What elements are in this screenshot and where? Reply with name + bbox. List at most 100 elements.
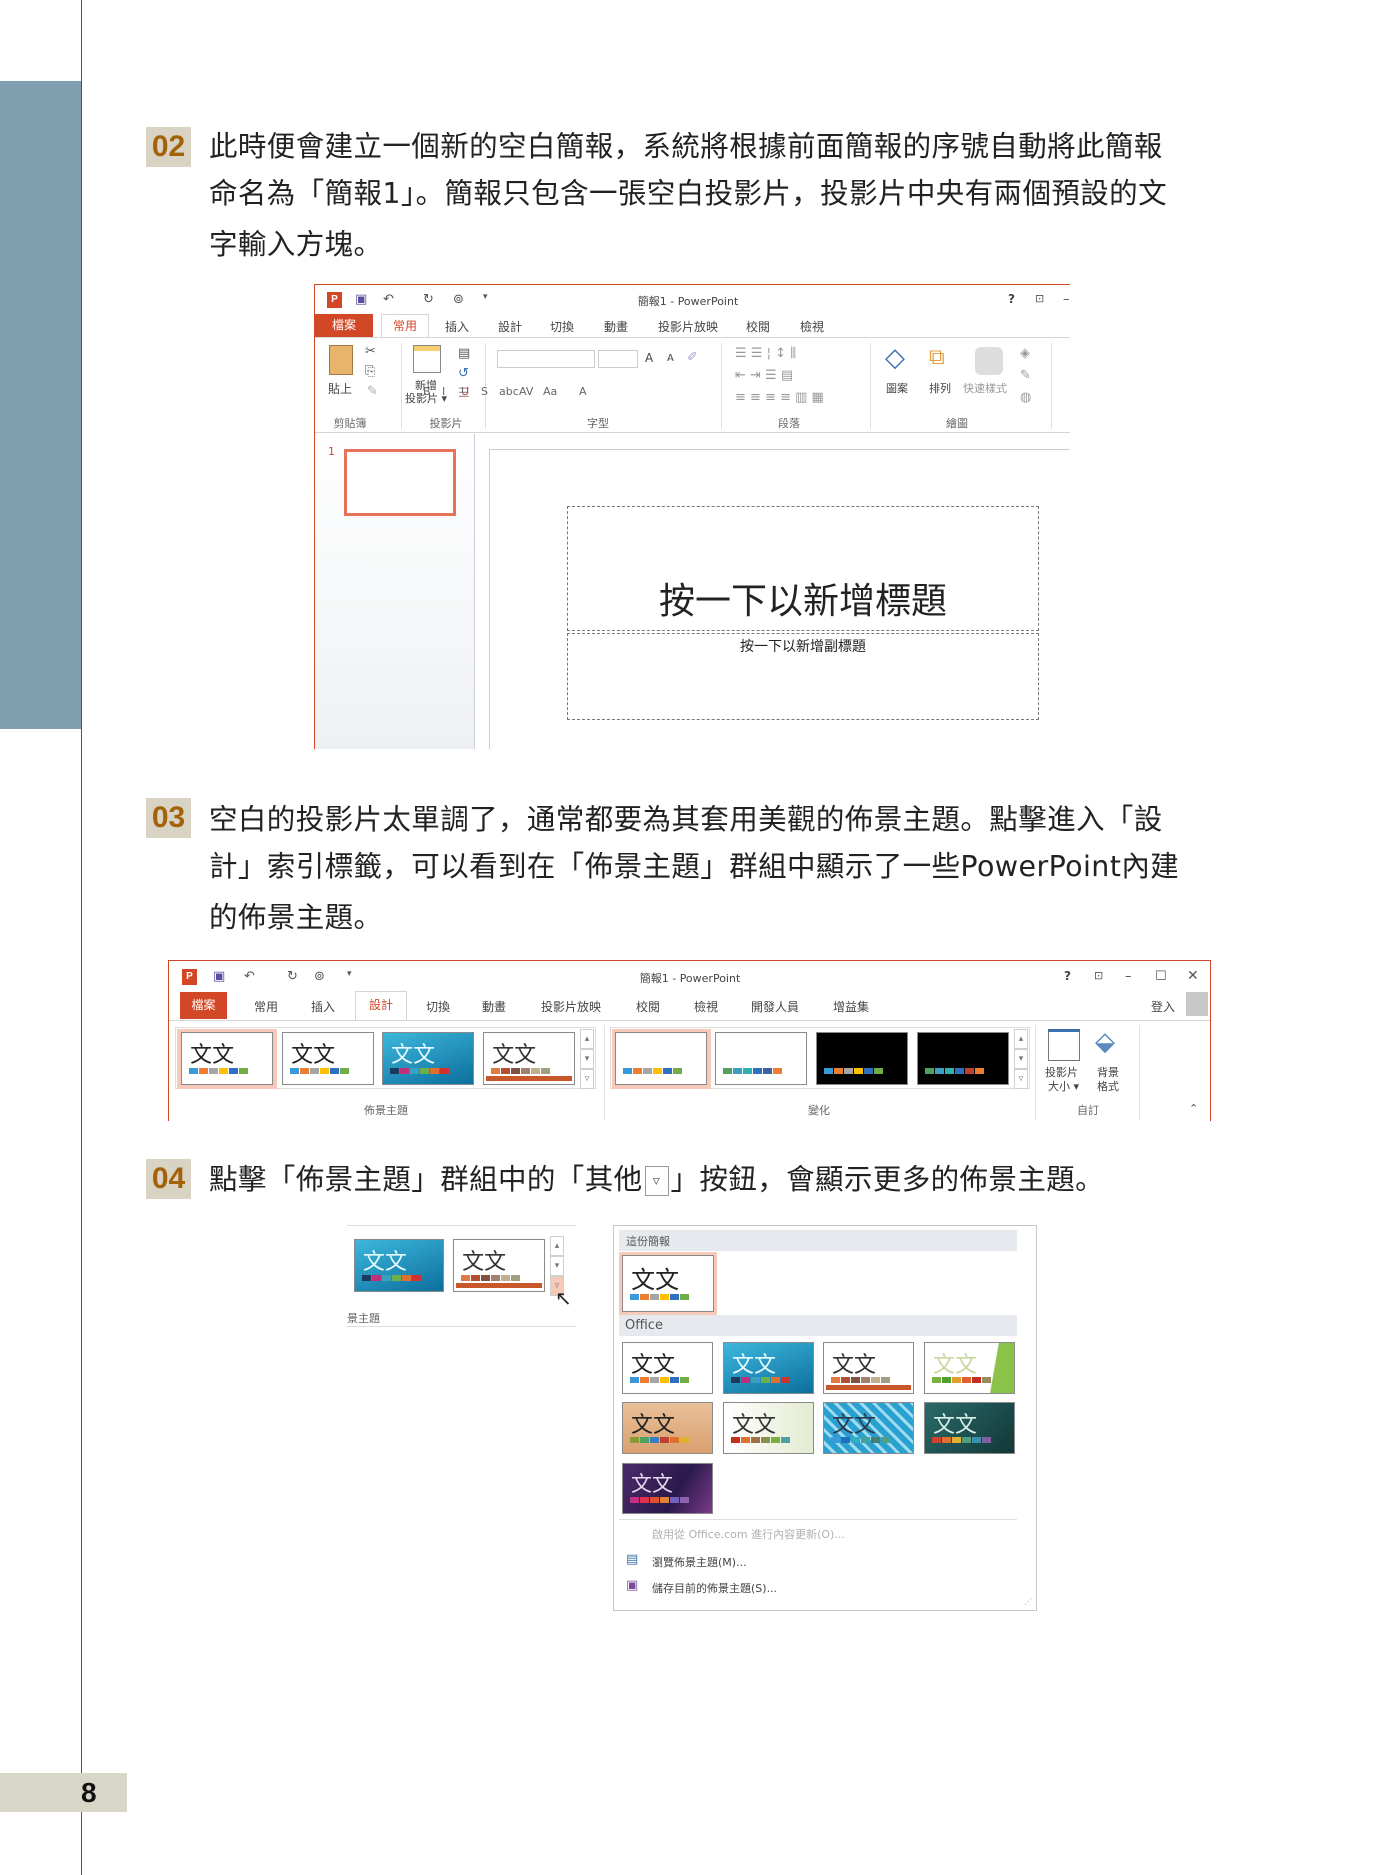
layout-icon[interactable]: ▤ — [458, 347, 470, 360]
theme-thumbnail-integral[interactable]: 文文 — [823, 1342, 914, 1394]
tab-design[interactable]: 設計 — [355, 991, 407, 1020]
theme-thumbnail-facet[interactable]: 文文 — [382, 1032, 474, 1085]
paste-button[interactable]: 貼上 — [328, 380, 352, 397]
tab-insert[interactable]: 插入 — [311, 998, 335, 1015]
new-slide-icon[interactable] — [413, 345, 441, 373]
tab-view[interactable]: 檢視 — [800, 318, 824, 335]
variants-scroll-down[interactable]: ▾ — [1014, 1049, 1028, 1069]
clear-format-icon[interactable]: ✐ — [687, 351, 698, 364]
gallery-more-button[interactable]: ▿ — [580, 1069, 594, 1089]
theme-thumbnail-integral[interactable]: 文文 — [483, 1032, 575, 1085]
shrink-font-button[interactable]: A — [667, 353, 674, 364]
ribbon-display-icon[interactable]: ⊡ — [1035, 293, 1044, 304]
theme-thumbnail-organic[interactable]: 文文 — [823, 1402, 914, 1454]
tab-slideshow[interactable]: 投影片放映 — [658, 318, 718, 335]
format-background-icon[interactable]: ⬙ — [1095, 1029, 1115, 1055]
redo-icon[interactable]: ↻ — [423, 293, 434, 306]
cut-icon[interactable]: ✂ — [365, 345, 376, 358]
theme-thumbnail-purple[interactable]: 文文 — [622, 1463, 713, 1514]
theme-thumbnail-var2[interactable] — [715, 1032, 807, 1085]
gallery-scroll-up[interactable]: ▴ — [550, 1236, 564, 1256]
font-format-button[interactable]: AV — [519, 385, 533, 398]
tab-addins[interactable]: 增益集 — [833, 998, 869, 1015]
undo-icon[interactable]: ↶ — [383, 293, 394, 306]
minimize-icon[interactable]: – — [1125, 970, 1132, 983]
font-format-button[interactable]: abc — [499, 385, 519, 398]
theme-thumbnail-teal[interactable]: 文文 — [924, 1402, 1015, 1454]
tab-animations[interactable]: 動畫 — [604, 318, 628, 335]
ribbon-display-icon[interactable]: ⊡ — [1094, 970, 1103, 981]
align-icon[interactable]: ≡ ≡ ≡ ≡ ▥ ▦ — [735, 391, 824, 404]
theme-thumbnail-retrospect[interactable]: 文文 — [723, 1402, 814, 1454]
font-size-select[interactable] — [598, 350, 638, 368]
tab-insert[interactable]: 插入 — [445, 318, 469, 335]
quick-styles-icon[interactable] — [975, 347, 1003, 375]
theme-thumbnail-office[interactable]: 文文 — [622, 1342, 713, 1394]
theme-thumbnail-wood[interactable]: 文文 — [622, 1402, 713, 1454]
reset-icon[interactable]: ↺ — [458, 367, 469, 380]
tab-view[interactable]: 檢視 — [694, 998, 718, 1015]
font-name-select[interactable] — [497, 350, 595, 368]
gallery-scroll-down[interactable]: ▾ — [550, 1256, 564, 1276]
tab-developer[interactable]: 開發人員 — [751, 998, 799, 1015]
font-format-button[interactable]: S — [481, 385, 488, 398]
slideshow-icon[interactable]: ⊚ — [453, 293, 464, 306]
theme-thumbnail-office[interactable]: 文文 — [282, 1032, 374, 1085]
undo-icon[interactable]: ↶ — [244, 970, 255, 983]
font-format-button[interactable]: U — [461, 385, 469, 398]
subtitle-placeholder[interactable]: 按一下以新增副標題 — [567, 633, 1039, 720]
redo-icon[interactable]: ↻ — [287, 970, 298, 983]
tab-home[interactable]: 常用 — [381, 314, 429, 338]
indent-icon[interactable]: ⇤ ⇥ ☰ ▤ — [735, 369, 793, 382]
grow-font-button[interactable]: A — [645, 351, 653, 365]
customize-qat-icon[interactable]: ▾ — [347, 970, 352, 979]
customize-qat-icon[interactable]: ▾ — [483, 293, 488, 302]
variants-scroll-up[interactable]: ▴ — [1014, 1029, 1028, 1049]
sign-in-link[interactable]: 登入 — [1151, 998, 1175, 1015]
gallery-scroll-down[interactable]: ▾ — [580, 1049, 594, 1069]
theme-thumbnail-office[interactable]: 文文 — [181, 1032, 273, 1085]
collapse-ribbon-icon[interactable]: ⌃ — [1189, 1103, 1198, 1114]
variants-more-button[interactable]: ▿ — [1014, 1069, 1028, 1089]
quick-styles-button[interactable]: 快速樣式 — [963, 380, 1007, 396]
help-button[interactable]: ? — [1008, 292, 1015, 306]
tab-design[interactable]: 設計 — [498, 318, 522, 335]
theme-thumbnail-facet[interactable]: 文文 — [723, 1342, 814, 1394]
help-button[interactable]: ? — [1064, 969, 1071, 983]
format-painter-icon[interactable]: ✎ — [367, 385, 378, 398]
theme-thumbnail-office[interactable]: 文文 — [622, 1255, 714, 1312]
slide-size-dropdown[interactable]: 大小 ▾ — [1048, 1078, 1079, 1094]
format-background-label-2[interactable]: 格式 — [1097, 1078, 1119, 1094]
tab-transitions[interactable]: 切換 — [426, 998, 450, 1015]
avatar[interactable] — [1186, 992, 1208, 1016]
copy-icon[interactable]: ⎘ — [365, 365, 375, 378]
tab-slideshow[interactable]: 投影片放映 — [541, 998, 601, 1015]
font-format-button[interactable]: B — [423, 385, 431, 398]
gallery-scroll-up[interactable]: ▴ — [580, 1029, 594, 1049]
tab-transitions[interactable]: 切換 — [550, 318, 574, 335]
shape-fill-icon[interactable]: ◈ — [1020, 347, 1030, 360]
menu-item-browse-themes[interactable]: 瀏覽佈景主題(M)... — [652, 1554, 747, 1570]
font-format-button[interactable]: A — [579, 385, 587, 398]
resize-grip-icon[interactable]: ⋰ — [1024, 1598, 1032, 1606]
shape-outline-icon[interactable]: ✎ — [1020, 369, 1031, 382]
maximize-icon[interactable]: ☐ — [1155, 970, 1167, 983]
shape-effects-icon[interactable]: ◍ — [1020, 391, 1031, 404]
tab-animations[interactable]: 動畫 — [482, 998, 506, 1015]
font-format-button[interactable]: I — [442, 385, 445, 398]
save-icon[interactable]: ▣ — [355, 293, 367, 306]
menu-item-save-theme[interactable]: 儲存目前的佈景主題(S)... — [652, 1580, 777, 1596]
font-format-button[interactable]: Aa — [543, 385, 557, 398]
minimize-icon[interactable]: – — [1063, 293, 1070, 306]
arrange-button[interactable]: 排列 — [929, 380, 951, 396]
paste-icon[interactable] — [329, 345, 353, 375]
shapes-button[interactable]: 圖案 — [886, 380, 908, 396]
save-icon[interactable]: ▣ — [213, 970, 225, 983]
theme-thumbnail-ion[interactable]: 文文 — [924, 1342, 1015, 1394]
tab-home[interactable]: 常用 — [254, 998, 278, 1015]
arrange-icon[interactable]: ⧉ — [929, 347, 945, 369]
theme-thumbnail-var4[interactable] — [917, 1032, 1009, 1085]
slideshow-icon[interactable]: ⊚ — [314, 970, 325, 983]
theme-thumbnail-var1[interactable] — [615, 1032, 707, 1085]
slide-thumbnail[interactable] — [344, 449, 456, 516]
